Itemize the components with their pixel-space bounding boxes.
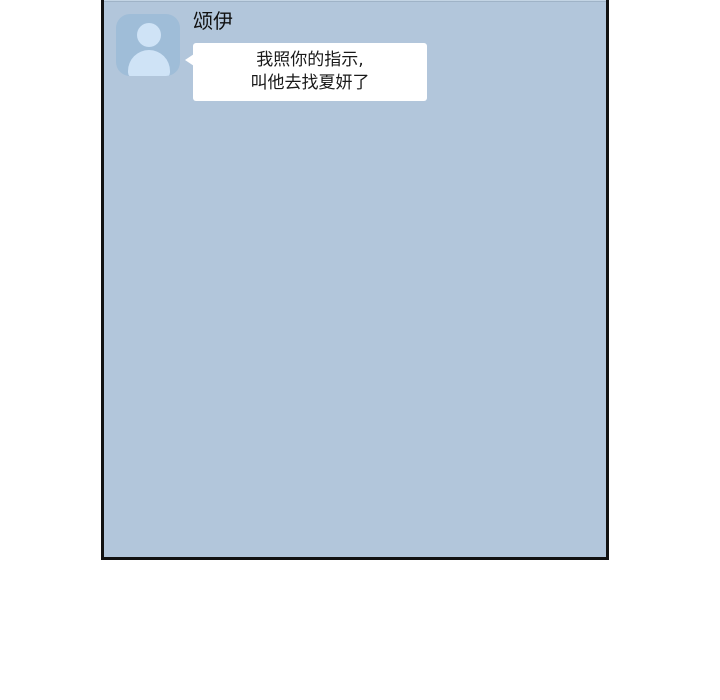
avatar[interactable] [116,14,180,76]
avatar-user-icon [137,23,161,47]
sender-name: 颂伊 [193,9,233,33]
message-text: 我照你的指示, 叫他去找夏妍了 [193,49,427,95]
message-bubble[interactable]: 我照你的指示, 叫他去找夏妍了 [185,43,427,101]
chat-window: 颂伊 我照你的指示, 叫他去找夏妍了 [101,0,609,560]
message-line: 我照你的指示, [256,50,364,70]
message-line: 叫他去找夏妍了 [250,73,370,93]
chat-top-divider [104,0,606,2]
avatar-user-icon-body [128,50,170,76]
